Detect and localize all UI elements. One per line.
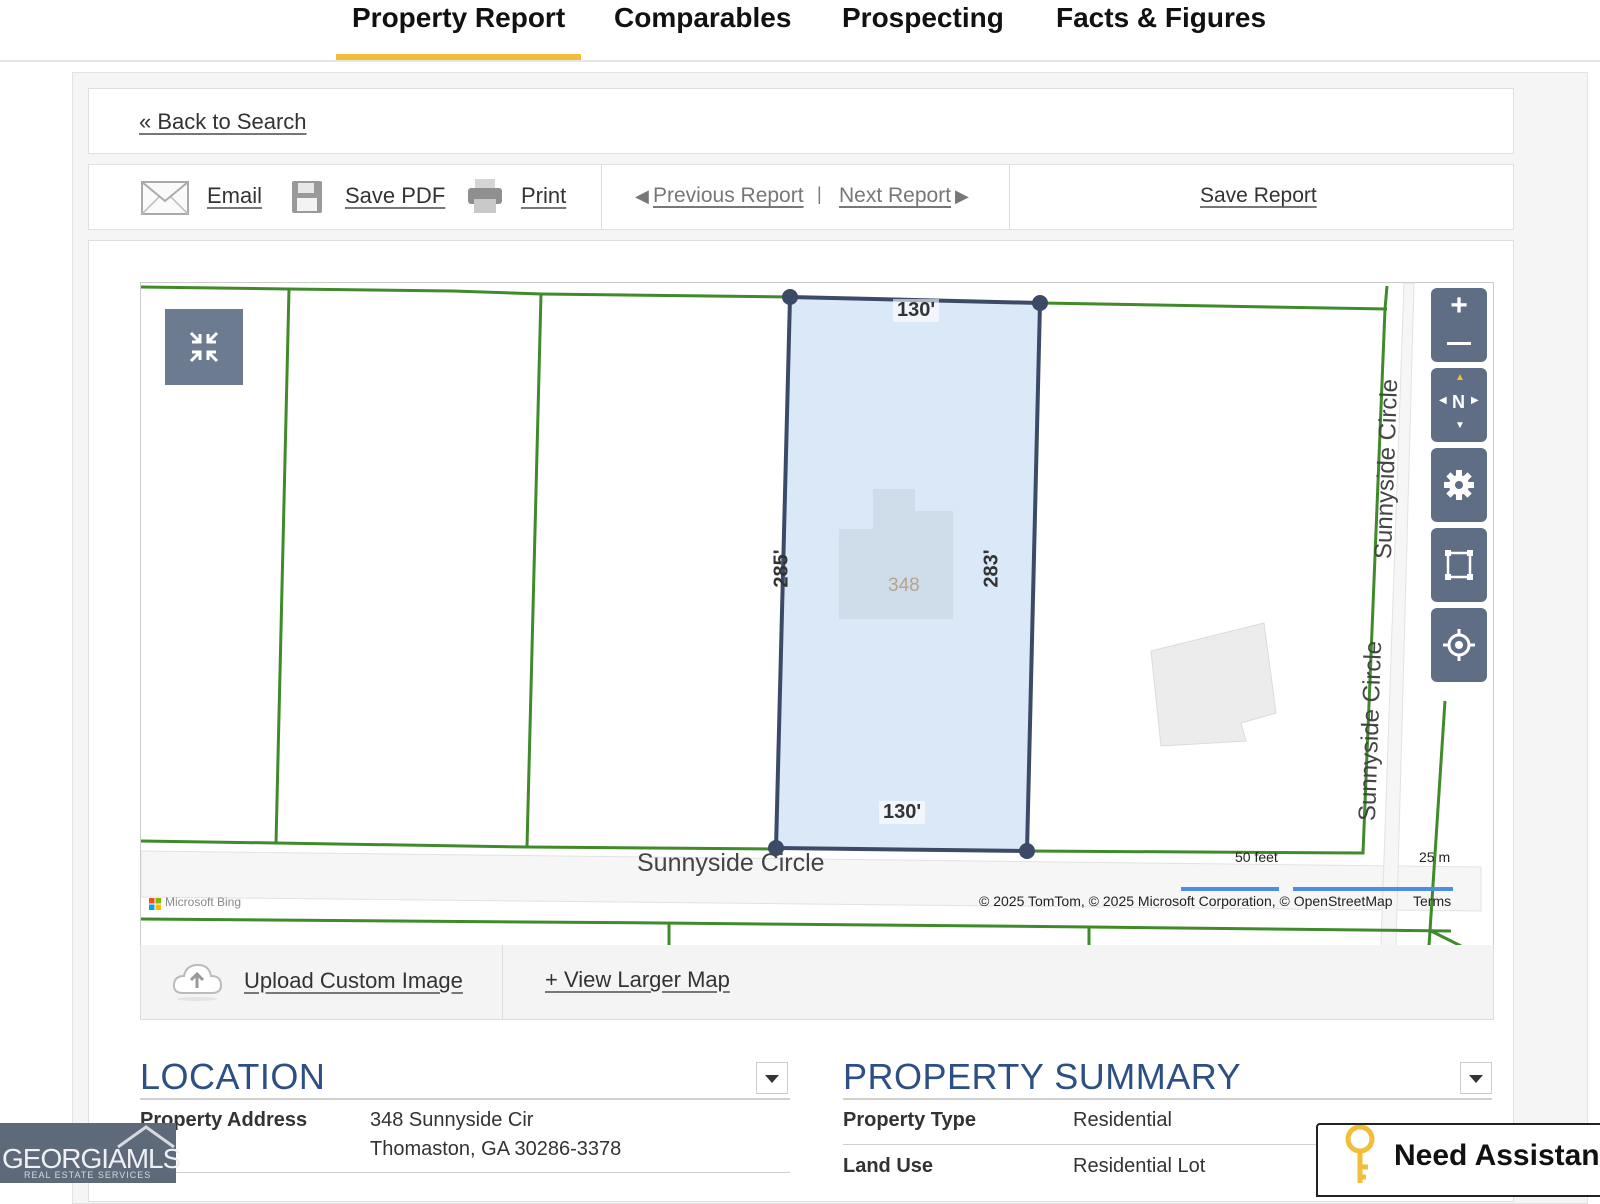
land-use-label: Land Use <box>843 1155 934 1177</box>
row-divider <box>140 1172 790 1173</box>
location-toggle-button[interactable] <box>756 1062 788 1094</box>
caret-right-icon: ▶ <box>955 186 969 206</box>
collapse-map-button[interactable] <box>165 309 243 385</box>
location-title: LOCATION <box>140 1056 326 1097</box>
location-divider <box>140 1098 790 1100</box>
upload-custom-image-link[interactable]: Upload Custom Image <box>244 968 463 994</box>
map-terms-link[interactable]: Terms <box>1413 893 1451 909</box>
street-label: Sunnyside Circle <box>637 849 825 877</box>
west-arrow-icon: ◀ <box>1439 395 1447 406</box>
envelope-icon[interactable] <box>141 181 189 220</box>
gear-icon <box>1444 470 1474 500</box>
tab-prospecting[interactable]: Prospecting <box>842 0 1004 60</box>
key-icon <box>1345 1125 1375 1183</box>
dimension-left: 285' <box>770 549 793 588</box>
top-navigation: Property Report Comparables Prospecting … <box>0 0 1600 62</box>
back-to-search-link[interactable]: « Back to Search <box>139 109 307 135</box>
north-arrow-icon: ▲ <box>1455 372 1465 383</box>
fullscreen-button[interactable] <box>1431 528 1487 602</box>
summary-divider <box>843 1098 1492 1100</box>
back-bar: « Back to Search <box>88 88 1514 154</box>
dimension-bottom: 130' <box>879 801 926 824</box>
east-arrow-icon: ▶ <box>1471 395 1479 406</box>
floppy-disk-icon[interactable] <box>291 180 323 219</box>
printer-icon[interactable] <box>467 177 503 220</box>
tab-facts-figures[interactable]: Facts & Figures <box>1056 0 1266 60</box>
view-larger-map-link[interactable]: + View Larger Map <box>545 967 730 993</box>
parcel-map[interactable]: 130' 130' 285' 283' 348 Sunnyside Circle… <box>140 282 1494 947</box>
zoom-controls: + <box>1431 288 1487 362</box>
property-address-line2: Thomaston, GA 30286-3378 <box>370 1138 622 1160</box>
email-button[interactable]: Email <box>207 183 262 209</box>
toolbar-divider <box>1009 165 1010 229</box>
bing-attribution: Microsoft Bing <box>165 895 242 909</box>
map-attribution: © 2025 TomTom, © 2025 Microsoft Corporat… <box>979 893 1393 909</box>
logo-sub-text: REAL ESTATE SERVICES <box>24 1170 152 1180</box>
property-type-label: Property Type <box>843 1109 976 1131</box>
footer-divider <box>502 945 503 1019</box>
need-assistance-label: Need Assistance <box>1394 1139 1600 1172</box>
tab-property-report[interactable]: Property Report <box>335 0 582 60</box>
dimension-right: 283' <box>980 549 1003 588</box>
compass-label: N <box>1452 392 1465 412</box>
dimension-top: 130' <box>893 299 940 322</box>
tab-comparables[interactable]: Comparables <box>614 0 791 60</box>
south-arrow-icon: ▼ <box>1455 420 1465 431</box>
save-report-button[interactable]: Save Report <box>1200 184 1317 208</box>
scale-meters-label: 25 m <box>1419 849 1451 865</box>
report-toolbar: Email Save PDF Print ◀ Previous Report |… <box>88 164 1514 230</box>
need-assistance-widget[interactable]: Need Assistance <box>1316 1123 1600 1197</box>
frame-icon <box>1445 550 1473 580</box>
property-summary-title: PROPERTY SUMMARY <box>843 1056 1242 1097</box>
scale-feet-label: 50 feet <box>1235 849 1278 865</box>
previous-report-link[interactable]: Previous Report <box>653 184 804 208</box>
cloud-upload-icon[interactable] <box>171 959 223 1008</box>
land-use-value: Residential Lot <box>1073 1155 1206 1177</box>
map-footer: Upload Custom Image + View Larger Map <box>140 945 1494 1020</box>
property-address-line1: 348 Sunnyside Cir <box>370 1109 534 1131</box>
zoom-in-button[interactable]: + <box>1431 288 1487 325</box>
row-divider <box>843 1144 1323 1145</box>
caret-down-icon <box>765 1075 779 1083</box>
locate-button[interactable] <box>1431 608 1487 682</box>
zoom-out-button[interactable] <box>1447 342 1471 345</box>
compass-control[interactable]: ▲ ◀ N ▶ ▼ <box>1431 368 1487 442</box>
next-report-link[interactable]: Next Report <box>839 184 951 208</box>
toolbar-divider <box>601 165 602 229</box>
crosshair-icon <box>1443 629 1475 661</box>
property-type-value: Residential <box>1073 1109 1172 1131</box>
collapse-arrows-icon <box>189 331 219 363</box>
house-number-label: 348 <box>888 575 920 596</box>
georgia-mls-logo: GEORGIAMLS REAL ESTATE SERVICES <box>0 1123 181 1183</box>
microsoft-logo-icon <box>149 897 161 910</box>
caret-left-icon: ◀ <box>635 186 649 206</box>
summary-toggle-button[interactable] <box>1460 1062 1492 1094</box>
nav-separator: | <box>817 184 822 204</box>
map-settings-button[interactable] <box>1431 448 1487 522</box>
print-button[interactable]: Print <box>521 183 566 209</box>
caret-down-icon <box>1469 1075 1483 1083</box>
save-pdf-button[interactable]: Save PDF <box>345 183 445 209</box>
